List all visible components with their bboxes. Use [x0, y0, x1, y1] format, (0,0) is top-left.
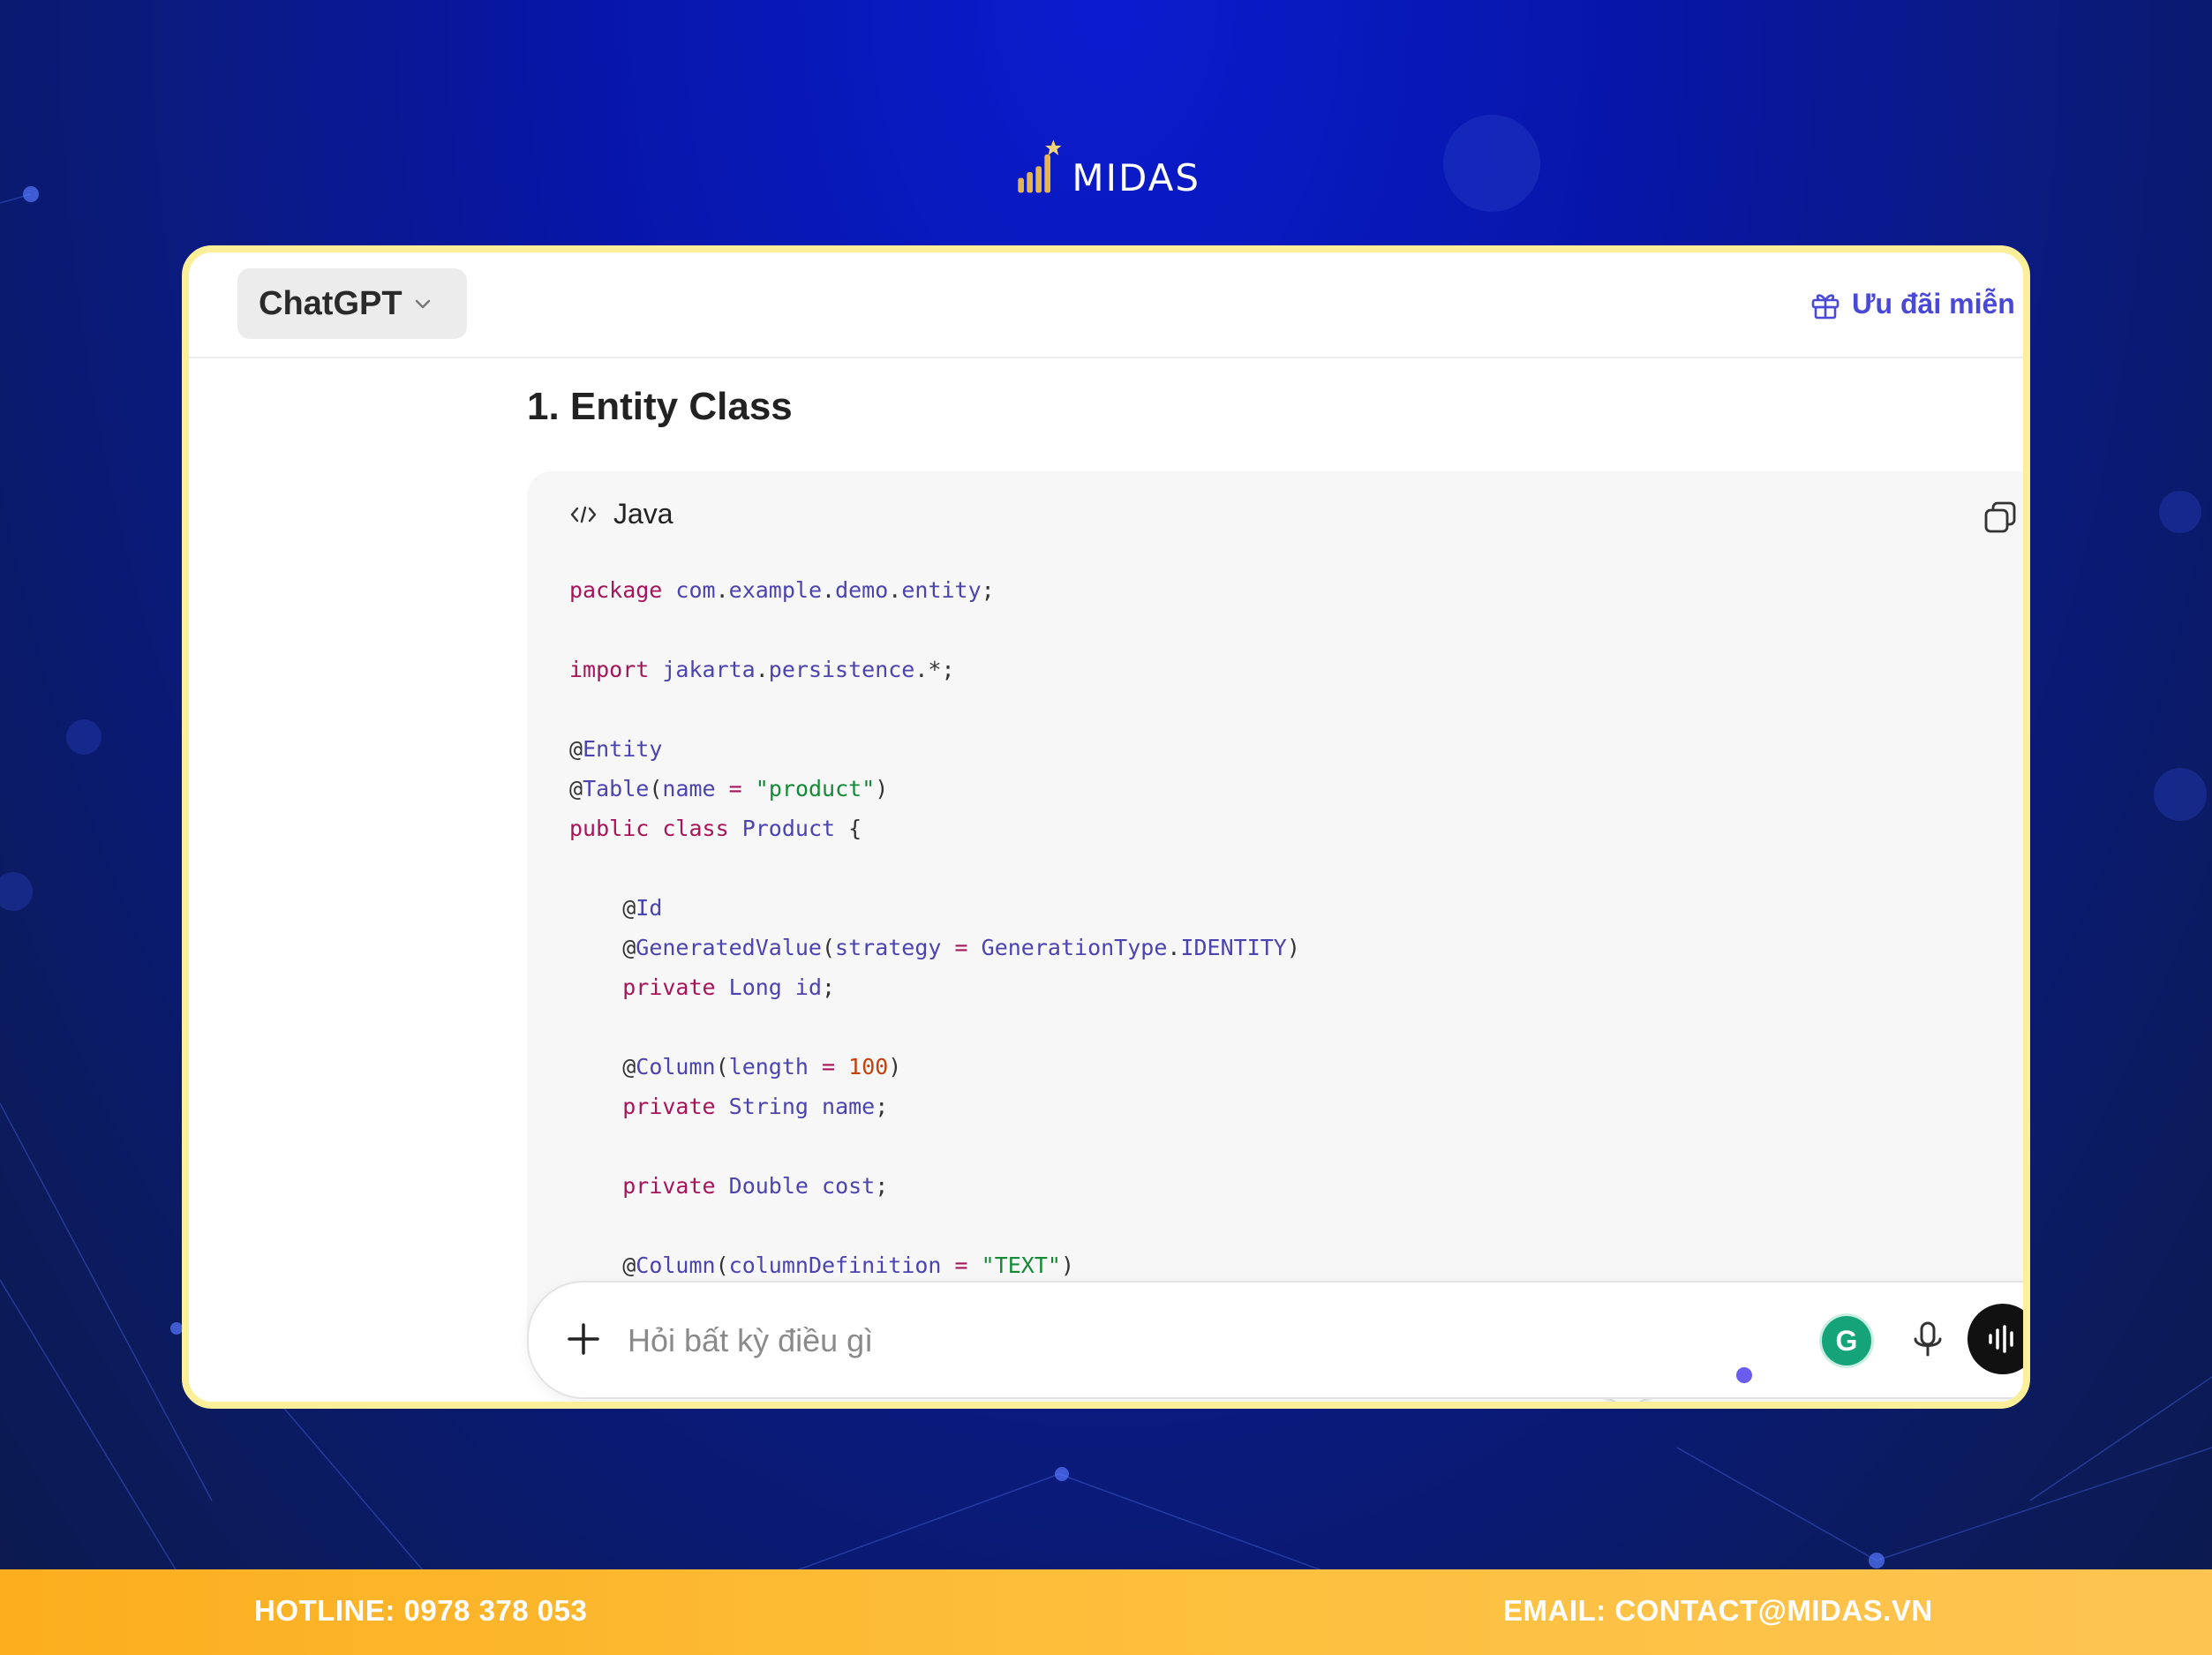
code-line: @Column(columnDefinition = "TEXT") — [569, 1253, 1075, 1278]
gift-icon — [1811, 293, 1840, 319]
code-content: package com.example.demo.entity; import … — [569, 570, 1300, 1285]
promo-label: Ưu đãi miễn p — [1852, 288, 2030, 320]
plus-icon[interactable] — [564, 1320, 603, 1358]
code-line: import jakarta.persistence.*; — [569, 657, 955, 682]
promo-link[interactable]: Ưu đãi miễn p — [1809, 288, 2030, 320]
code-line: package com.example.demo.entity; — [569, 577, 995, 603]
message-composer: G — [527, 1281, 2023, 1399]
model-selector-button[interactable]: ChatGPT — [237, 268, 467, 339]
voice-mode-button[interactable] — [1967, 1304, 2023, 1374]
code-block: Java package com.example.demo.entity; im… — [527, 471, 2023, 1402]
top-bar: ChatGPT Ưu đãi miễn p — [189, 252, 2023, 358]
contact-footer: HOTLINE: 0978 378 053 EMAIL: CONTACT@MID… — [0, 1569, 2212, 1655]
code-language-label: Java — [613, 498, 673, 530]
code-line: @Id — [569, 895, 663, 921]
chat-window: ChatGPT Ưu đãi miễn p 1. Entity Class Ja… — [182, 245, 2030, 1409]
voice-mode-icon — [1989, 1325, 2013, 1353]
microphone-icon[interactable] — [1906, 1318, 1950, 1362]
code-line: @Column(length = 100) — [569, 1054, 902, 1080]
section-title: 1. Entity Class — [527, 385, 793, 428]
status-dot — [1736, 1367, 1752, 1383]
code-line: private Double cost; — [622, 1173, 889, 1199]
code-line: private Long id; — [622, 974, 836, 1000]
code-line: @Entity — [569, 736, 663, 762]
code-line: @Table(name = "product") — [569, 776, 889, 801]
copy-icon[interactable] — [1981, 498, 2020, 537]
model-label: ChatGPT — [259, 284, 403, 322]
grammarly-icon[interactable]: G — [1822, 1316, 1871, 1365]
email-text: EMAIL: CONTACT@MIDAS.VN — [1503, 1594, 1933, 1627]
code-line: @GeneratedValue(strategy = GenerationTyp… — [569, 935, 1300, 960]
midas-logo: MIDAS — [1015, 132, 1200, 203]
logo-bars-icon — [1018, 139, 1062, 193]
code-icon — [570, 506, 597, 523]
logo-text: MIDAS — [1072, 156, 1200, 199]
code-line: private String name; — [622, 1094, 889, 1119]
code-line: public class Product { — [569, 816, 862, 841]
hotline-text: HOTLINE: 0978 378 053 — [254, 1594, 588, 1627]
code-header: Java — [569, 498, 673, 530]
prompt-input[interactable] — [626, 1313, 1759, 1368]
chevron-down-icon — [415, 299, 430, 309]
